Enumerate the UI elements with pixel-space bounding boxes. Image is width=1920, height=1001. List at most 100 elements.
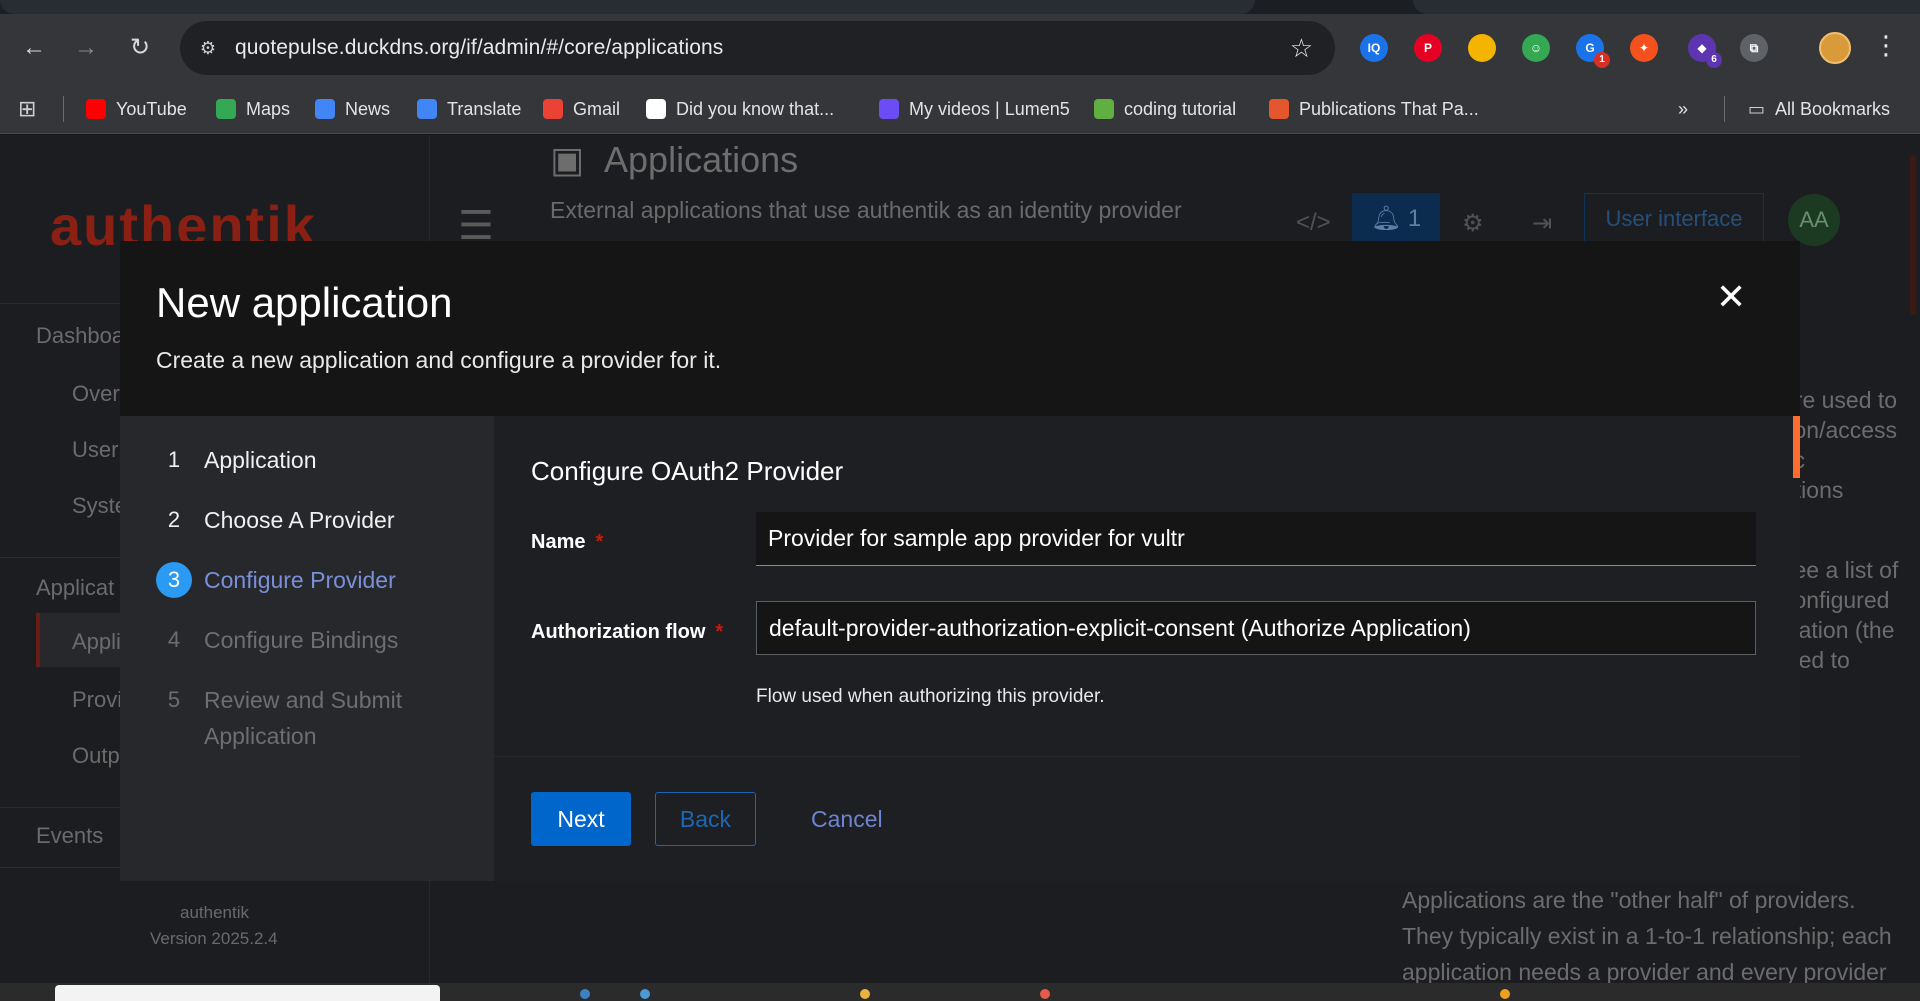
sidebar-item-user[interactable]: User <box>72 437 118 463</box>
sidebar-item-dashboards[interactable]: Dashboa <box>36 323 124 349</box>
step-label: Choose A Provider <box>204 507 395 533</box>
divider <box>1724 96 1725 122</box>
user-avatar[interactable]: AA <box>1788 194 1840 246</box>
step-number: 2 <box>167 507 181 532</box>
forward-arrow-icon[interactable]: → <box>70 32 102 64</box>
taskbar-search[interactable] <box>55 985 440 1001</box>
bookmark-item[interactable]: Publications That Pa... <box>1269 97 1479 121</box>
site-settings-icon[interactable]: ⚙ <box>196 36 220 60</box>
browser-tab[interactable] <box>0 0 1255 14</box>
bookmark-item[interactable]: Did you know that... <box>646 97 834 121</box>
puzzle-icon[interactable]: ⧉ <box>1740 34 1768 62</box>
wizard-steps: 1 Application 2 Choose A Provider 3 Conf… <box>120 416 494 881</box>
taskbar-app-icon[interactable] <box>1500 989 1510 999</box>
bookmark-item[interactable]: My videos | Lumen5 <box>879 97 1070 121</box>
bookmark-label: Translate <box>447 98 522 119</box>
step-number: 4 <box>167 627 181 652</box>
crystal-icon[interactable]: ◆ 6 <box>1688 34 1722 68</box>
bookmark-label: Gmail <box>573 98 621 119</box>
bookmarks-bar: ⊞ YouTube Maps News Translate Gmail Did you k… <box>0 82 1920 134</box>
authorization-flow-select[interactable]: default-provider-authorization-explicit-… <box>756 601 1756 655</box>
scrollbar[interactable] <box>1910 155 1916 315</box>
google-icon <box>646 99 666 119</box>
sidebar-item-outposts[interactable]: Outp <box>72 743 120 769</box>
user-interface-button[interactable]: User interface <box>1584 193 1764 245</box>
cancel-button[interactable]: Cancel <box>795 792 899 846</box>
pinterest-icon[interactable]: P <box>1414 34 1442 62</box>
required-marker: * <box>595 531 604 553</box>
step-choose-provider[interactable]: 2 Choose A Provider <box>156 502 395 538</box>
step-label: Configure Provider <box>204 567 396 593</box>
bookmark-label: YouTube <box>116 98 187 119</box>
page-description: External applications that use authentik… <box>550 197 1182 223</box>
ct-icon <box>1269 99 1289 119</box>
sidebar-item-system[interactable]: Syste <box>72 493 127 519</box>
help-text-line: application needs a provider and every p… <box>1402 959 1887 985</box>
bell-icon: 🔔︎ <box>1370 205 1402 232</box>
news-icon <box>315 99 335 119</box>
fox-icon[interactable]: ✦ <box>1630 34 1658 62</box>
profile-avatar[interactable] <box>1819 32 1851 64</box>
divider <box>63 96 64 122</box>
bookmark-label: News <box>345 98 391 119</box>
step-number: 3 <box>156 562 192 598</box>
taskbar-app-icon[interactable] <box>1040 989 1050 999</box>
bookmark-item[interactable]: coding tutorial <box>1094 97 1236 121</box>
browser-menu-icon[interactable]: ⋮ <box>1873 30 1899 61</box>
sidebar-item-overview[interactable]: Over <box>72 381 120 407</box>
robot-icon[interactable]: ☺ <box>1522 34 1550 62</box>
step-number: 1 <box>167 447 181 472</box>
bookmark-item[interactable]: Translate <box>417 97 521 121</box>
name-input[interactable]: Provider for sample app provider for vul… <box>756 512 1756 566</box>
step-application[interactable]: 1 Application <box>156 442 317 478</box>
all-bookmarks-label: All Bookmarks <box>1775 98 1891 119</box>
back-button[interactable]: Back <box>655 792 756 846</box>
grammar-icon[interactable]: G1 <box>1576 34 1610 68</box>
sidebar-item-providers[interactable]: Provi <box>72 687 122 713</box>
settings-gear-icon[interactable]: ⚙ <box>1462 209 1484 238</box>
color-grid-icon[interactable] <box>1468 34 1496 62</box>
bookmarks-overflow-icon[interactable]: » <box>1678 97 1688 121</box>
bookmark-label: coding tutorial <box>1124 98 1237 119</box>
bookmark-item[interactable]: Maps <box>216 97 290 121</box>
browser-toolbar: ← → ↻ ⚙ quotepulse.duckdns.org/if/admin/… <box>0 14 1920 82</box>
bookmark-item[interactable]: News <box>315 97 390 121</box>
help-text-line: Applications are the "other half" of pro… <box>1402 887 1856 913</box>
bookmark-item[interactable]: YouTube <box>86 97 187 121</box>
bookmark-star-icon[interactable]: ☆ <box>1290 33 1313 64</box>
footer-version: Version 2025.2.4 <box>150 929 278 948</box>
reload-icon[interactable]: ↻ <box>124 32 156 64</box>
close-icon[interactable]: ✕ <box>1716 279 1746 315</box>
modal-header: New application Create a new application… <box>120 241 1800 416</box>
sidebar-item-applications[interactable]: Applicat <box>36 575 114 601</box>
bookmark-label: Maps <box>246 98 291 119</box>
notifications-button[interactable]: 🔔︎ 1 <box>1352 193 1440 245</box>
all-bookmarks-button[interactable]: ▭ All Bookmarks <box>1748 97 1890 121</box>
taskbar-app-icon[interactable] <box>580 989 590 999</box>
youtube-icon <box>86 99 106 119</box>
address-bar[interactable]: ⚙ quotepulse.duckdns.org/if/admin/#/core… <box>180 21 1335 75</box>
footer-product-name: authentik <box>180 903 249 922</box>
api-browser-icon[interactable]: </> <box>1296 209 1331 237</box>
modal-footer: Next Back Cancel <box>494 756 1800 881</box>
taskbar-app-icon[interactable] <box>860 989 870 999</box>
step-configure-provider[interactable]: 3 Configure Provider <box>156 562 396 598</box>
authorization-flow-helper: Flow used when authorizing this provider… <box>756 686 1105 707</box>
logout-icon[interactable]: ⇥ <box>1532 209 1552 238</box>
url-text[interactable]: quotepulse.duckdns.org/if/admin/#/core/a… <box>235 36 723 60</box>
taskbar-app-icon[interactable] <box>640 989 650 999</box>
back-arrow-icon[interactable]: ← <box>18 32 50 64</box>
apps-grid-icon[interactable]: ⊞ <box>18 96 36 121</box>
bookmark-item[interactable]: Gmail <box>543 97 620 121</box>
bookmark-label: My videos | Lumen5 <box>909 98 1070 119</box>
next-button[interactable]: Next <box>531 792 631 846</box>
modal-title: New application <box>156 279 453 326</box>
sidebar-item-appli[interactable]: Appli <box>72 629 121 655</box>
sidebar-item-events[interactable]: Events <box>36 823 103 849</box>
step-number: 5 <box>167 687 181 712</box>
folder-icon: ▭ <box>1748 98 1766 119</box>
browser-tab[interactable] <box>1413 0 1920 14</box>
new-application-modal: New application Create a new application… <box>120 241 1800 881</box>
iq-extension-icon[interactable]: IQ <box>1360 34 1388 62</box>
applications-icon: ▣ <box>550 139 585 180</box>
